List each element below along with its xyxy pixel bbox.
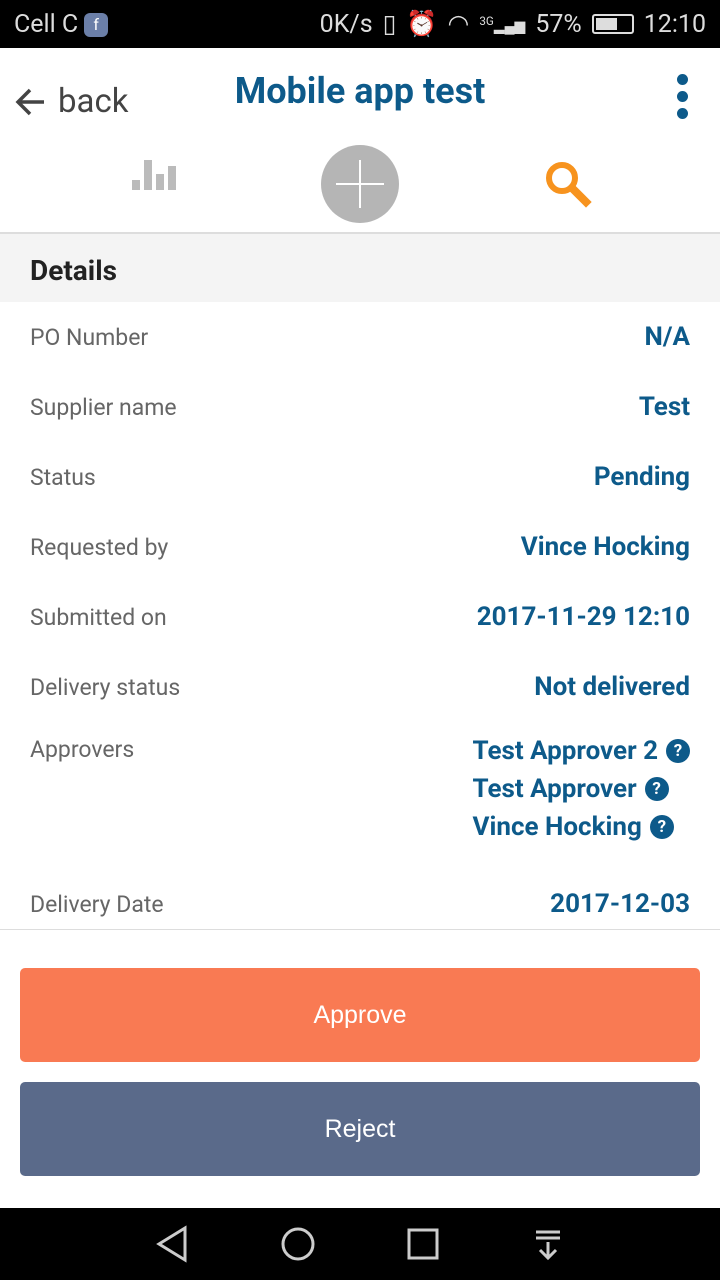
help-icon[interactable]: ? [666,739,690,763]
nav-recents-icon[interactable] [403,1224,443,1264]
more-options-icon[interactable] [677,74,688,119]
details-heading: Details [0,234,720,302]
wifi-icon: ◠ [447,10,470,39]
value: 2017-11-29 12:10 [476,602,690,632]
status-bar: Cell Cf 0K/s ▯ ⏰ ◠ 3G▂▄▆ 57% 12:10 [0,0,720,48]
label: Submitted on [30,603,167,631]
vibrate-icon: ▯ [382,10,397,39]
label: Approvers [30,736,135,763]
detail-row-delivery-status: Delivery status Not delivered [0,652,720,722]
page-title: Mobile app test [234,70,486,112]
detail-row-supplier: Supplier name Test [0,372,720,442]
toolbar [0,136,720,234]
signal-icon: 3G▂▄▆ [479,13,526,35]
nav-notification-pull-icon[interactable] [528,1224,568,1264]
label: PO Number [30,323,149,351]
value: Not delivered [534,672,690,702]
value: 2017-12-03 [550,889,690,919]
label: Supplier name [30,393,177,421]
detail-row-submitted-on: Submitted on 2017-11-29 12:10 [0,582,720,652]
label: Requested by [30,533,169,561]
search-icon[interactable] [542,158,592,208]
network-speed: 0K/s [319,9,373,39]
help-icon[interactable]: ? [649,815,674,839]
approver: Test Approver 2? [473,736,690,766]
value: Pending [593,462,690,492]
help-icon[interactable]: ? [644,777,669,801]
detail-row-approvers: Approvers Test Approver 2? Test Approver… [0,722,720,872]
label: Status [30,463,96,491]
plus-icon[interactable] [321,145,399,223]
value: N/A [644,322,690,352]
approve-button[interactable]: Approve [20,968,700,1062]
facebook-icon: f [84,12,109,37]
detail-row-delivery-date: Delivery Date 2017-12-03 [0,872,720,936]
reject-button[interactable]: Reject [20,1082,700,1176]
android-nav-bar [0,1208,720,1280]
value: Test [638,392,690,422]
detail-row-status: Status Pending [0,442,720,512]
approver-name: Test Approver 2 [472,736,658,766]
alarm-icon: ⏰ [406,9,438,39]
carrier: Cell C [14,9,79,39]
label: Delivery status [30,673,181,701]
battery-icon [591,14,634,34]
nav-home-icon[interactable] [278,1224,318,1264]
approver-name: Test Approver [472,774,637,804]
value: Vince Hocking [520,532,690,562]
approver: Test Approver? [473,774,690,804]
bar-chart-icon[interactable] [132,160,176,190]
clock: 12:10 [643,9,706,39]
app-header: back Mobile app test [0,48,720,136]
detail-row-requested-by: Requested by Vince Hocking [0,512,720,582]
divider [0,929,720,930]
detail-row-po-number: PO Number N/A [0,302,720,372]
approver-name: Vince Hocking [472,812,642,842]
label: Delivery Date [30,890,164,918]
approver: Vince Hocking? [473,812,690,842]
details-list: PO Number N/A Supplier name Test Status Pen… [0,302,720,936]
nav-back-icon[interactable] [153,1224,193,1264]
battery-percent: 57% [535,9,582,39]
